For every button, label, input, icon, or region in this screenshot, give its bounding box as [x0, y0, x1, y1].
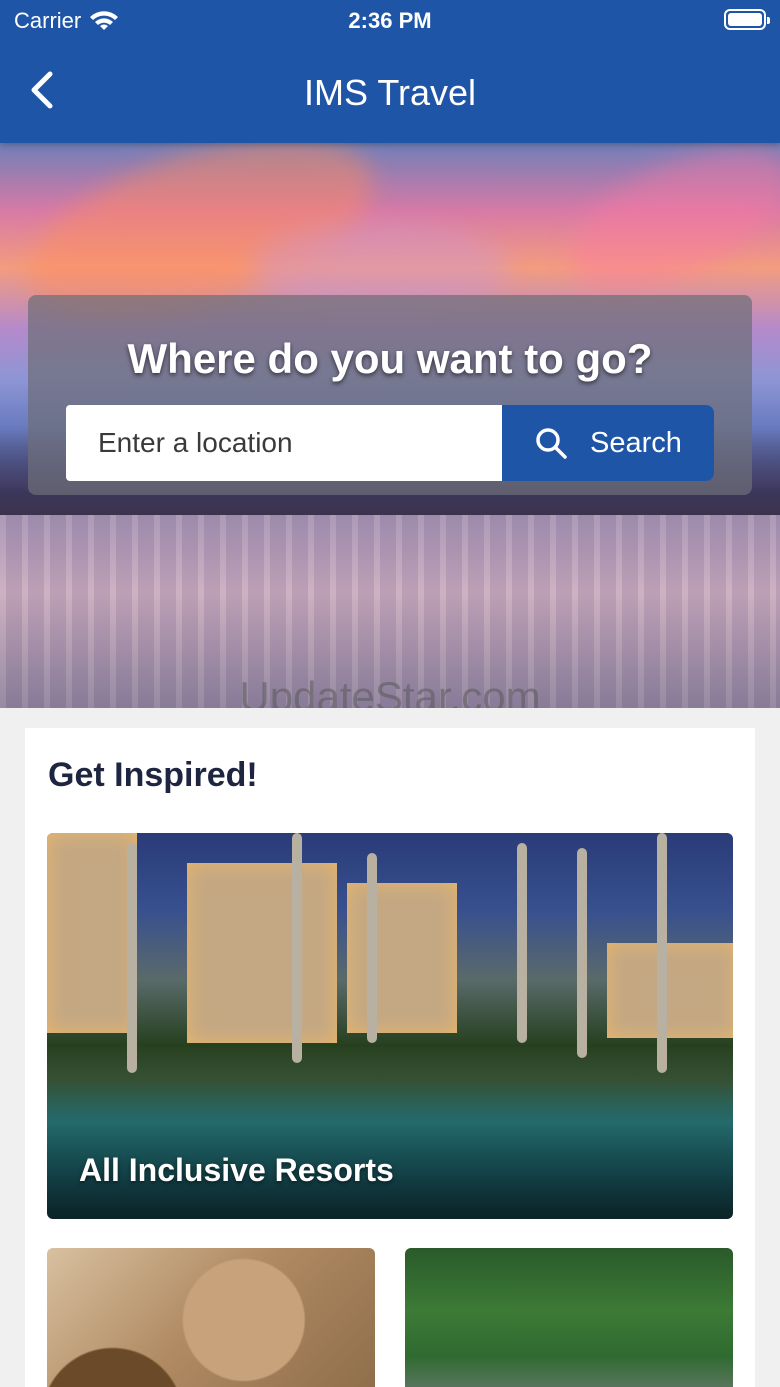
status-bar: Carrier 2:36 PM: [0, 0, 780, 40]
tile-forest-cabin[interactable]: [405, 1248, 733, 1387]
search-icon: [536, 428, 567, 459]
resort-building: [187, 863, 337, 1043]
navigation-bar: IMS Travel: [0, 58, 780, 126]
resort-building: [47, 833, 137, 1033]
palm-tree: [127, 843, 137, 1073]
location-search-input[interactable]: [66, 405, 502, 481]
search-button-label: Search: [590, 426, 682, 459]
palm-tree: [517, 843, 527, 1043]
search-headline: Where do you want to go?: [127, 335, 653, 382]
battery-icon: [724, 9, 770, 30]
tile-all-inclusive-resorts[interactable]: All Inclusive Resorts: [47, 833, 733, 1219]
tile-map-compass[interactable]: [47, 1248, 375, 1387]
app-header: Carrier 2:36 PM IMS Travel: [0, 0, 780, 143]
page-title: IMS Travel: [303, 72, 477, 113]
palm-tree: [657, 833, 667, 1073]
hero-banner: Where do you want to go? Search UpdateSt…: [0, 143, 780, 708]
tile-label: All Inclusive Resorts: [79, 1152, 394, 1188]
status-time: 2:36 PM: [348, 8, 432, 33]
palm-tree: [292, 833, 302, 1063]
battery-level: [728, 13, 762, 26]
resort-building: [607, 943, 733, 1038]
palm-tree: [367, 853, 377, 1043]
section-title: Get Inspired!: [48, 756, 258, 794]
search-panel: Where do you want to go? Search: [28, 295, 752, 495]
watermark: UpdateStar.com: [239, 673, 541, 708]
palm-tree: [577, 848, 587, 1058]
sky-decoration: [547, 143, 780, 319]
resort-building: [347, 883, 457, 1033]
get-inspired-card: Get Inspired! All Inclusive Resorts: [25, 728, 755, 1387]
search-button[interactable]: Search: [502, 405, 714, 481]
